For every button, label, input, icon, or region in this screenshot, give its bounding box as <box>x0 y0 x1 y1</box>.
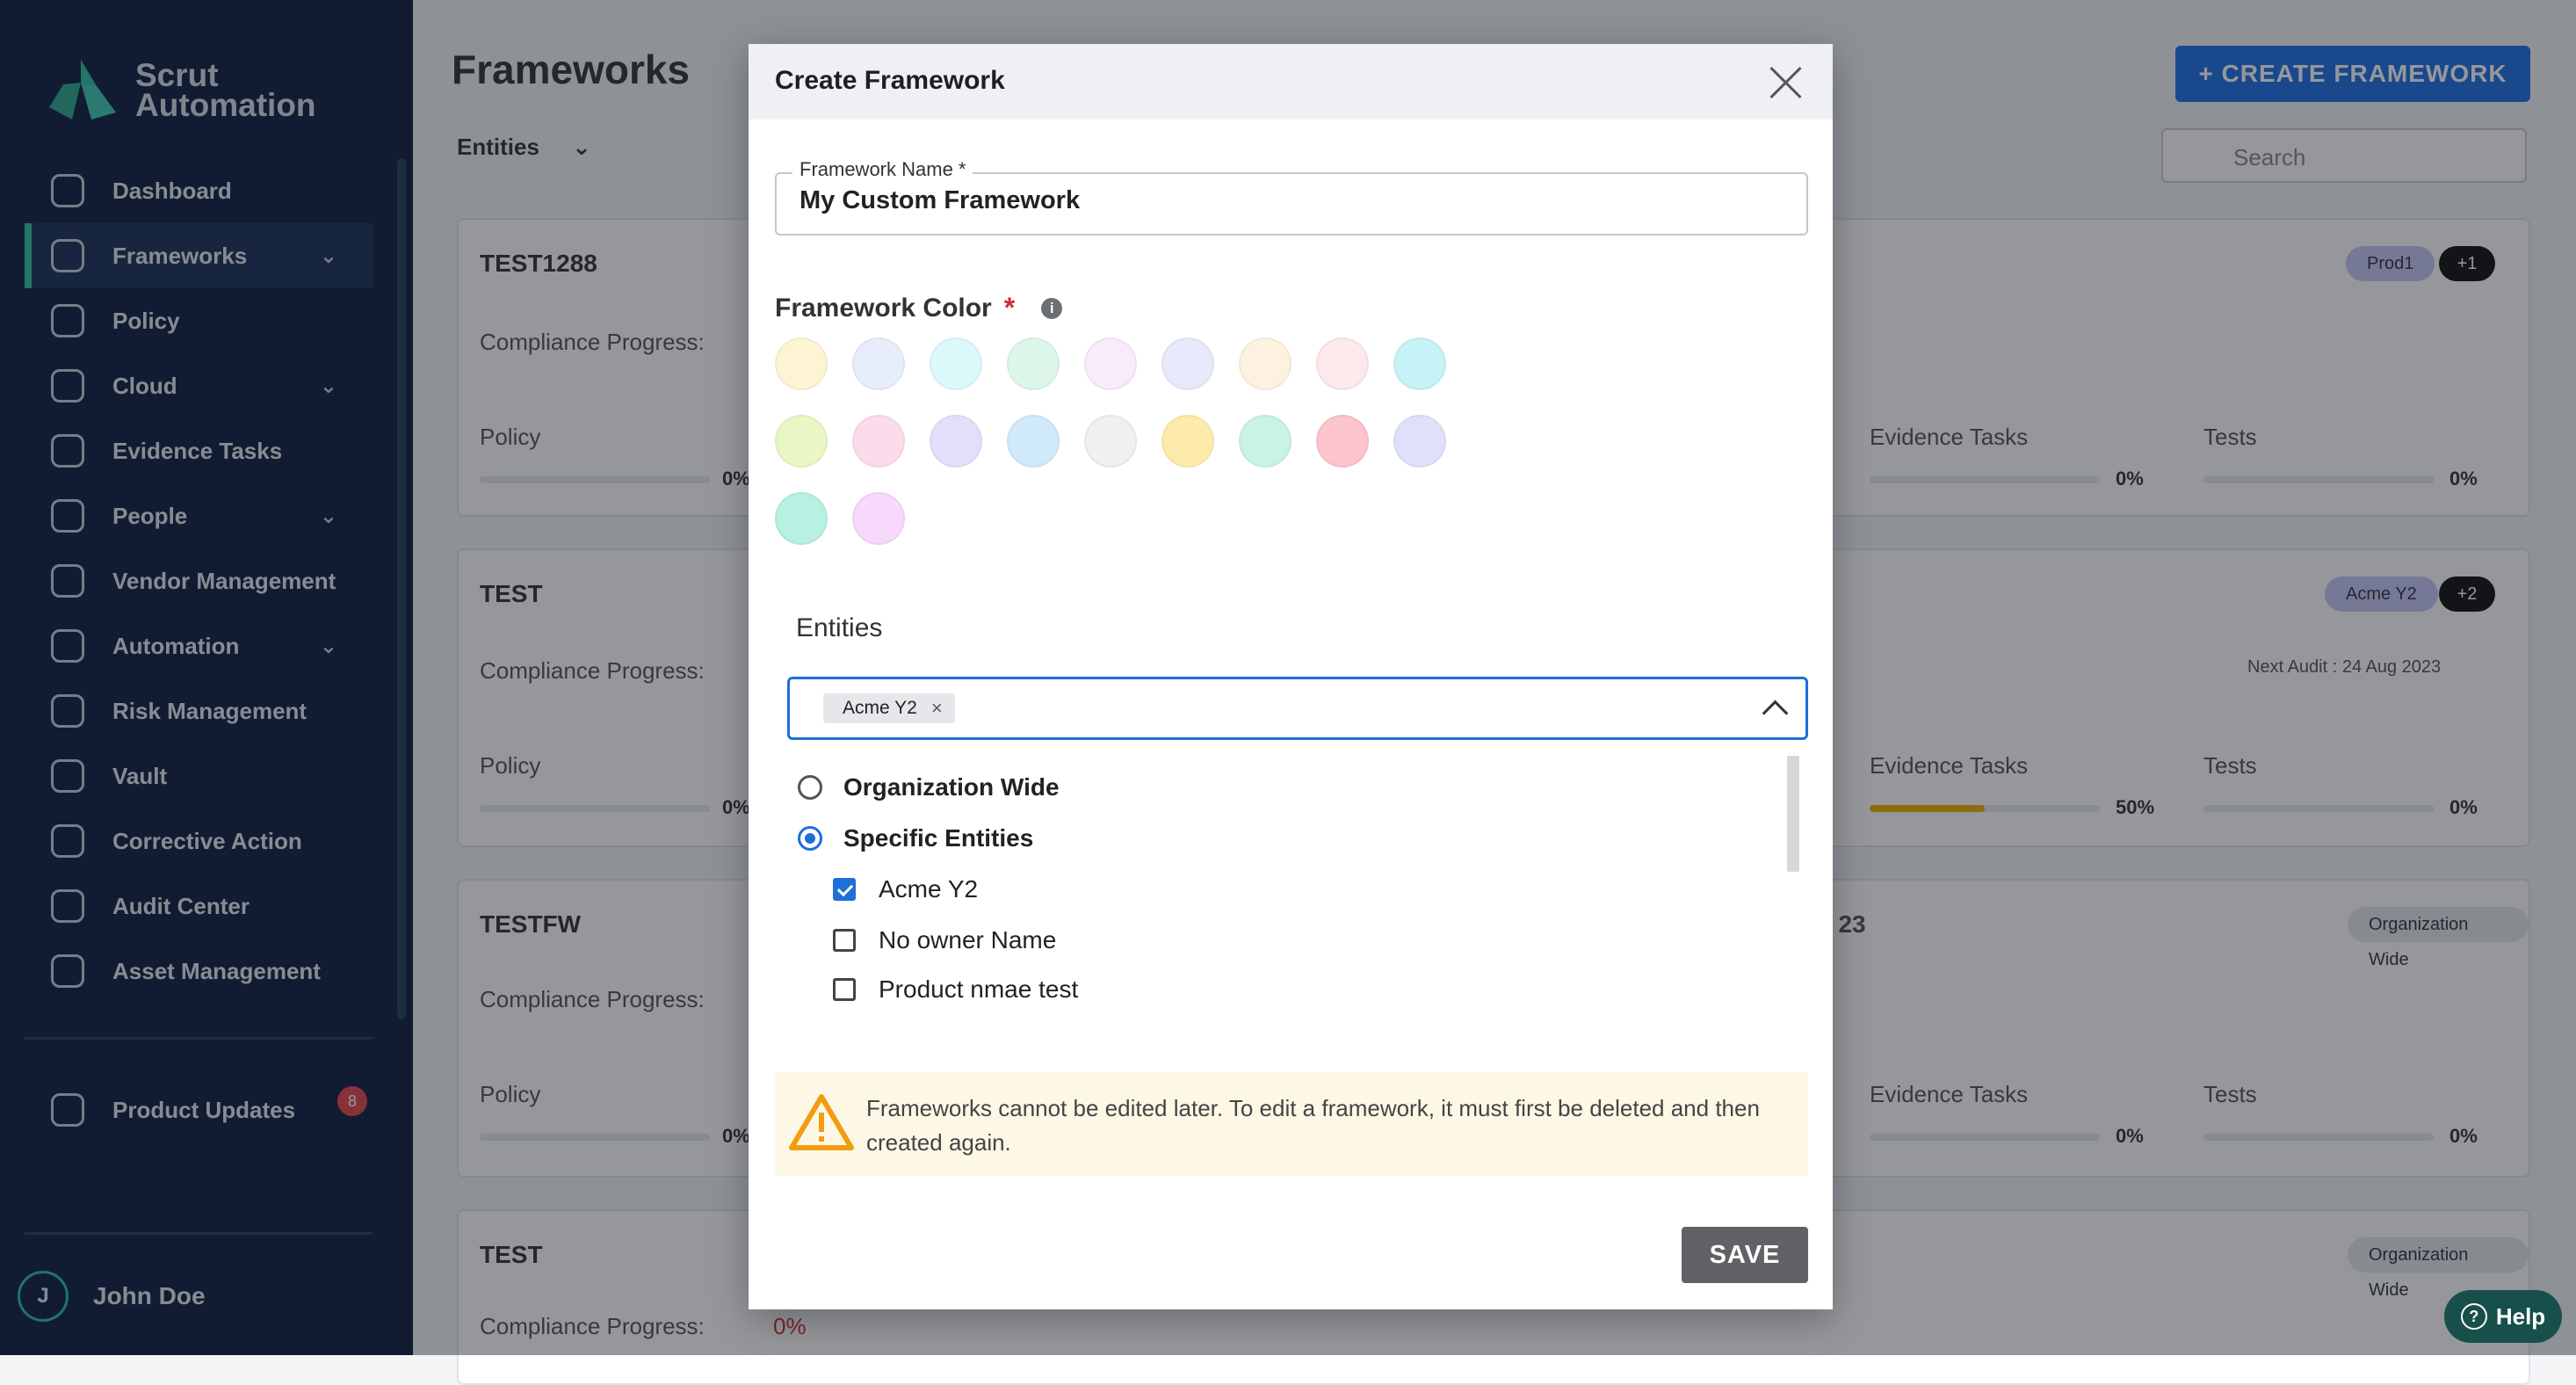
create-framework-dialog: Create Framework Framework Name * My Cus… <box>749 44 1833 1309</box>
entity-option-no-owner-name[interactable]: No owner Name <box>833 926 1056 954</box>
color-swatch[interactable] <box>1007 337 1060 390</box>
option-label: Specific Entities <box>843 824 1034 852</box>
save-button[interactable]: SAVE <box>1682 1227 1808 1283</box>
info-icon[interactable]: i <box>1041 297 1063 319</box>
color-swatch[interactable] <box>1316 415 1369 468</box>
entity-label: Acme Y2 <box>879 875 979 903</box>
color-swatch[interactable] <box>852 492 905 545</box>
option-organization-wide[interactable]: Organization Wide <box>798 773 1060 801</box>
checkbox-product-nmae-test[interactable] <box>833 978 856 1001</box>
checkbox-acme-y2[interactable] <box>833 878 856 901</box>
color-swatch[interactable] <box>1161 415 1214 468</box>
warning-text: Frameworks cannot be edited later. To ed… <box>866 1095 1760 1156</box>
color-swatch[interactable] <box>930 337 982 390</box>
chevron-up-icon[interactable] <box>1762 700 1789 727</box>
color-swatch[interactable] <box>930 415 982 468</box>
color-swatch[interactable] <box>1007 415 1060 468</box>
color-swatch[interactable] <box>852 337 905 390</box>
color-swatch-grid <box>775 337 1566 545</box>
warning-icon <box>789 1094 854 1150</box>
entity-label: No owner Name <box>879 926 1057 954</box>
dialog-header: Create Framework <box>749 44 1833 120</box>
framework-color-label: Framework Color <box>775 293 992 323</box>
entity-option-acme-y2[interactable]: Acme Y2 <box>833 875 978 903</box>
framework-name-field[interactable]: Framework Name * My Custom Framework <box>775 158 1808 236</box>
option-specific-entities[interactable]: Specific Entities <box>798 824 1033 852</box>
color-swatch[interactable] <box>775 415 828 468</box>
color-swatch[interactable] <box>852 415 905 468</box>
radio-organization-wide[interactable] <box>798 775 822 800</box>
framework-color-heading: Framework Color * i <box>775 292 1063 324</box>
entity-label: Product nmae test <box>879 975 1079 1003</box>
selected-entity-chip: Acme Y2 × <box>823 693 955 723</box>
help-icon: ? <box>2460 1303 2487 1330</box>
dialog-title: Create Framework <box>775 66 1005 95</box>
chip-label: Acme Y2 <box>843 698 917 718</box>
color-swatch[interactable] <box>1316 337 1369 390</box>
warning-banner: Frameworks cannot be edited later. To ed… <box>775 1072 1808 1176</box>
color-swatch[interactable] <box>1393 415 1446 468</box>
color-swatch[interactable] <box>1161 337 1214 390</box>
options-scrollbar[interactable] <box>1787 756 1799 872</box>
chip-remove-icon[interactable]: × <box>931 693 943 723</box>
color-swatch[interactable] <box>1393 337 1446 390</box>
checkbox-no-owner-name[interactable] <box>833 929 856 952</box>
framework-name-label: Framework Name * <box>792 158 973 181</box>
color-swatch[interactable] <box>1239 337 1292 390</box>
required-mark: * <box>1003 292 1016 323</box>
help-button[interactable]: ? Help <box>2444 1290 2562 1343</box>
entities-heading: Entities <box>796 613 883 642</box>
entity-option-product-nmae-test[interactable]: Product nmae test <box>833 975 1078 1004</box>
color-swatch[interactable] <box>775 492 828 545</box>
help-label: Help <box>2495 1302 2546 1330</box>
color-swatch[interactable] <box>1084 415 1137 468</box>
radio-specific-entities[interactable] <box>798 826 822 851</box>
color-swatch[interactable] <box>1084 337 1137 390</box>
entities-options-list: Organization Wide Specific Entities Acme… <box>787 756 1808 1051</box>
color-swatch[interactable] <box>1239 415 1292 468</box>
color-swatch[interactable] <box>775 337 828 390</box>
framework-name-input[interactable]: My Custom Framework <box>800 186 1080 215</box>
close-icon[interactable] <box>1768 65 1803 100</box>
entities-select[interactable]: Acme Y2 × <box>787 677 1808 740</box>
option-label: Organization Wide <box>843 773 1060 801</box>
